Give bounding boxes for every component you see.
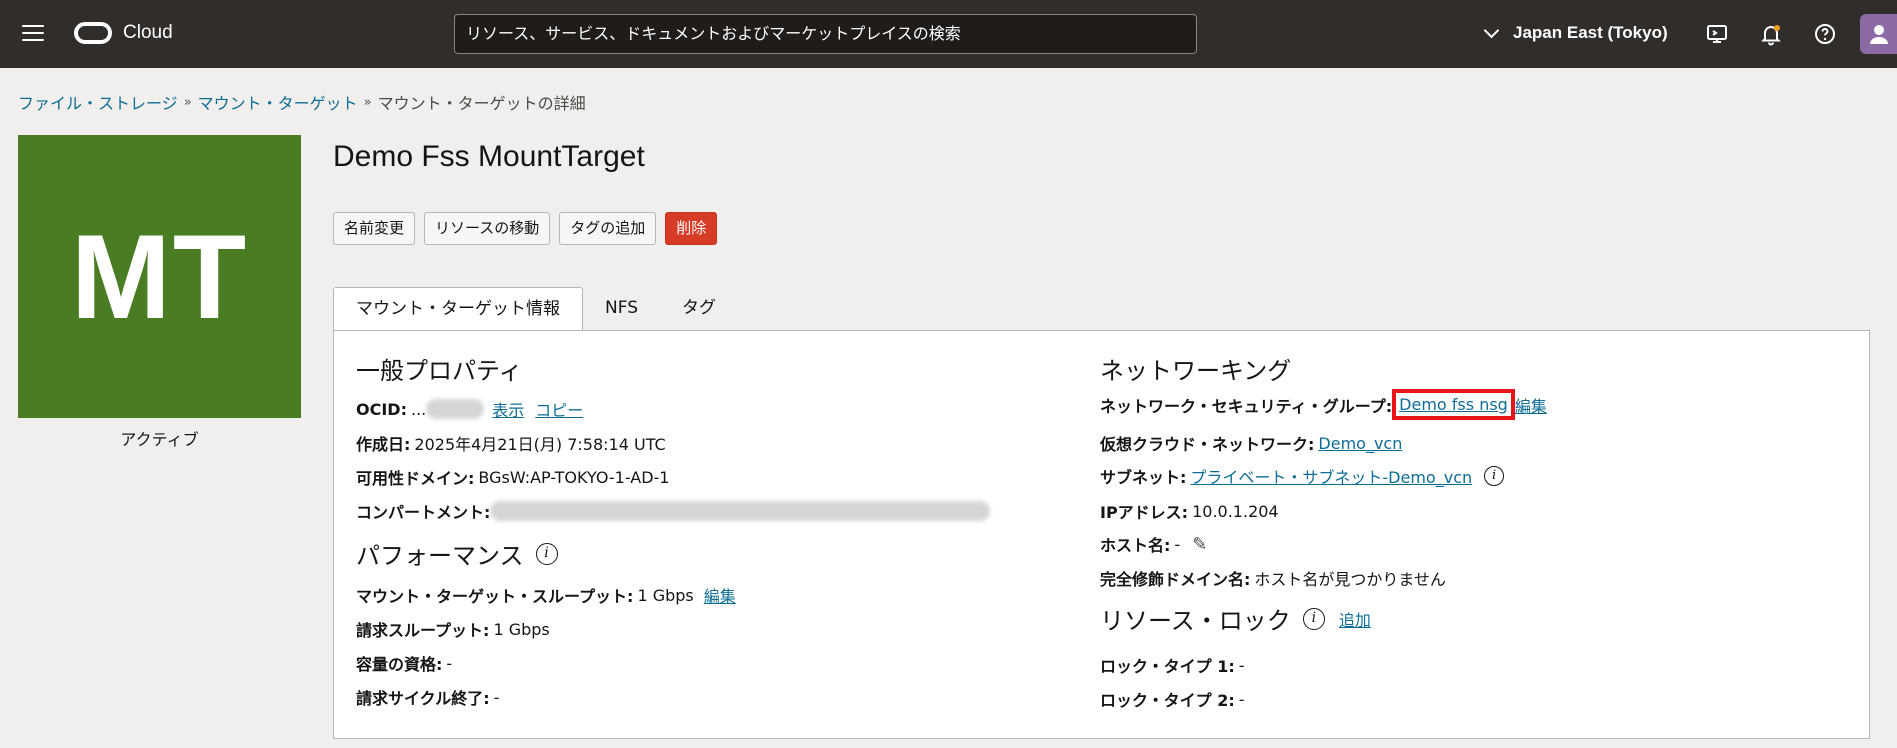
- fqdn-value: ホスト名が見つかりません: [1254, 570, 1446, 589]
- vcn-link[interactable]: Demo_vcn: [1318, 434, 1402, 453]
- tab-mount-target-info[interactable]: マウント・ターゲット情報: [333, 287, 583, 332]
- user-avatar[interactable]: [1860, 14, 1897, 54]
- action-bar: 名前変更 リソースの移動 タグの追加 削除: [333, 212, 726, 245]
- general-properties-heading: 一般プロパティ: [356, 357, 523, 385]
- nsg-highlight-box: Demo fss nsg: [1392, 389, 1515, 420]
- details-panel: 一般プロパティ OCID: ... 表示 コピー 作成日: 2025年4月21日…: [333, 330, 1870, 739]
- throughput-value: 1 Gbps: [637, 585, 694, 605]
- hostname-label: ホスト名:: [1100, 536, 1171, 555]
- compartment-label: コンパートメント:: [356, 503, 491, 522]
- subnet-label: サブネット:: [1100, 468, 1187, 487]
- capacity-row: 容量の資格: -: [356, 651, 452, 675]
- nsg-link[interactable]: Demo fss nsg: [1399, 395, 1508, 414]
- menu-icon[interactable]: [22, 25, 44, 43]
- resource-locks-heading: リソース・ロック i 追加: [1100, 601, 1371, 636]
- billing-cycle-row: 請求サイクル終了: -: [356, 685, 499, 709]
- status-label: アクティブ: [120, 430, 199, 449]
- ocid-prefix: ...: [410, 399, 427, 419]
- top-bar: Cloud リソース、サービス、ドキュメントおよびマーケットプレイスの検索 Ja…: [0, 0, 1897, 68]
- lock-type-1-label: ロック・タイプ 1:: [1100, 657, 1235, 676]
- oracle-logo-icon[interactable]: [74, 22, 112, 44]
- nsg-label: ネットワーク・セキュリティ・グループ:: [1100, 396, 1393, 416]
- created-value: 2025年4月21日(月) 7:58:14 UTC: [414, 435, 666, 454]
- tab-bar: マウント・ターゲット情報 NFS タグ: [333, 287, 738, 332]
- networking-heading: ネットワーキング: [1100, 357, 1292, 385]
- resource-badge: MT: [18, 135, 301, 418]
- vcn-label: 仮想クラウド・ネットワーク:: [1100, 435, 1315, 454]
- search-input[interactable]: リソース、サービス、ドキュメントおよびマーケットプレイスの検索: [454, 14, 1197, 54]
- ip-address-label: IPアドレス:: [1100, 503, 1189, 522]
- ocid-label: OCID:: [356, 399, 407, 419]
- breadcrumb-separator: »: [363, 94, 372, 110]
- throughput-edit-link[interactable]: 編集: [704, 583, 736, 607]
- availability-domain-row: 可用性ドメイン: BGsW:AP-TOKYO-1-AD-1: [356, 465, 669, 489]
- performance-heading: パフォーマンス i: [356, 536, 558, 571]
- billing-throughput-value: 1 Gbps: [493, 619, 550, 639]
- help-icon[interactable]: [1813, 22, 1837, 46]
- region-selector[interactable]: Japan East (Tokyo): [1483, 22, 1668, 43]
- region-label: Japan East (Tokyo): [1513, 23, 1668, 42]
- hostname-value: -: [1174, 534, 1181, 554]
- tab-nfs[interactable]: NFS: [583, 287, 660, 331]
- throughput-row: マウント・ターゲット・スループット: 1 Gbps 編集: [356, 583, 736, 607]
- info-icon[interactable]: i: [1302, 607, 1325, 630]
- billing-throughput-row: 請求スループット: 1 Gbps: [356, 617, 550, 641]
- breadcrumb-file-storage[interactable]: ファイル・ストレージ: [18, 90, 178, 114]
- ocid-copy-link[interactable]: コピー: [535, 397, 583, 421]
- lock-type-1-value: -: [1238, 655, 1245, 675]
- nsg-row: ネットワーク・セキュリティ・グループ: Demo fss nsg 編集: [1100, 389, 1547, 420]
- billing-throughput-label: 請求スループット:: [356, 621, 490, 640]
- cloud-shell-icon[interactable]: [1705, 22, 1729, 46]
- rename-button[interactable]: 名前変更: [333, 212, 416, 245]
- created-row: 作成日: 2025年4月21日(月) 7:58:14 UTC: [356, 431, 666, 455]
- lock-type-2-value: -: [1238, 689, 1245, 709]
- hostname-row: ホスト名: - ✎: [1100, 532, 1207, 556]
- performance-heading-text: パフォーマンス: [356, 542, 524, 570]
- billing-cycle-label: 請求サイクル終了:: [356, 689, 490, 708]
- info-icon[interactable]: i: [1484, 466, 1505, 486]
- breadcrumb-mount-targets[interactable]: マウント・ターゲット: [198, 90, 358, 114]
- info-icon[interactable]: i: [535, 542, 558, 565]
- breadcrumb-separator: »: [183, 94, 192, 110]
- capacity-value: -: [446, 653, 453, 673]
- compartment-row: コンパートメント:: [356, 499, 991, 523]
- resource-locks-heading-text: リソース・ロック: [1100, 607, 1291, 635]
- availability-domain-label: 可用性ドメイン:: [356, 469, 475, 488]
- created-label: 作成日:: [356, 435, 411, 454]
- add-lock-link[interactable]: 追加: [1339, 607, 1371, 631]
- page-title: Demo Fss MountTarget: [333, 140, 645, 173]
- ip-address-value: 10.0.1.204: [1192, 501, 1279, 521]
- subnet-link[interactable]: プライベート・サブネット-Demo_vcn: [1190, 464, 1472, 488]
- vcn-row: 仮想クラウド・ネットワーク: Demo_vcn: [1100, 431, 1402, 455]
- ocid-redacted: [426, 399, 485, 419]
- lock-type-2-row: ロック・タイプ 2: -: [1100, 687, 1245, 711]
- ocid-show-link[interactable]: 表示: [492, 397, 524, 421]
- pencil-edit-icon[interactable]: ✎: [1192, 534, 1207, 555]
- capacity-label: 容量の資格:: [356, 655, 443, 674]
- subnet-row: サブネット: プライベート・サブネット-Demo_vcn i: [1100, 464, 1505, 488]
- throughput-label: マウント・ターゲット・スループット:: [356, 587, 634, 606]
- tab-tags[interactable]: タグ: [660, 287, 738, 331]
- breadcrumb: ファイル・ストレージ » マウント・ターゲット » マウント・ターゲットの詳細: [18, 90, 586, 114]
- lock-type-1-row: ロック・タイプ 1: -: [1100, 653, 1245, 677]
- brand-label: Cloud: [123, 22, 173, 43]
- fqdn-label: 完全修飾ドメイン名:: [1100, 570, 1251, 589]
- lock-type-2-label: ロック・タイプ 2:: [1100, 691, 1235, 710]
- chevron-down-icon: [1483, 22, 1500, 38]
- fqdn-row: 完全修飾ドメイン名: ホスト名が見つかりません: [1100, 566, 1446, 590]
- delete-button[interactable]: 削除: [665, 212, 718, 245]
- nsg-edit-link[interactable]: 編集: [1515, 393, 1547, 417]
- notification-bell-icon[interactable]: [1759, 22, 1783, 46]
- availability-domain-value: BGsW:AP-TOKYO-1-AD-1: [478, 467, 670, 487]
- ocid-row: OCID: ... 表示 コピー: [356, 397, 583, 421]
- move-resource-button[interactable]: リソースの移動: [424, 212, 551, 245]
- breadcrumb-current: マウント・ターゲットの詳細: [377, 94, 586, 113]
- ip-address-row: IPアドレス: 10.0.1.204: [1100, 499, 1279, 523]
- compartment-redacted: [490, 501, 991, 521]
- add-tags-button[interactable]: タグの追加: [559, 212, 657, 245]
- billing-cycle-value: -: [493, 687, 500, 707]
